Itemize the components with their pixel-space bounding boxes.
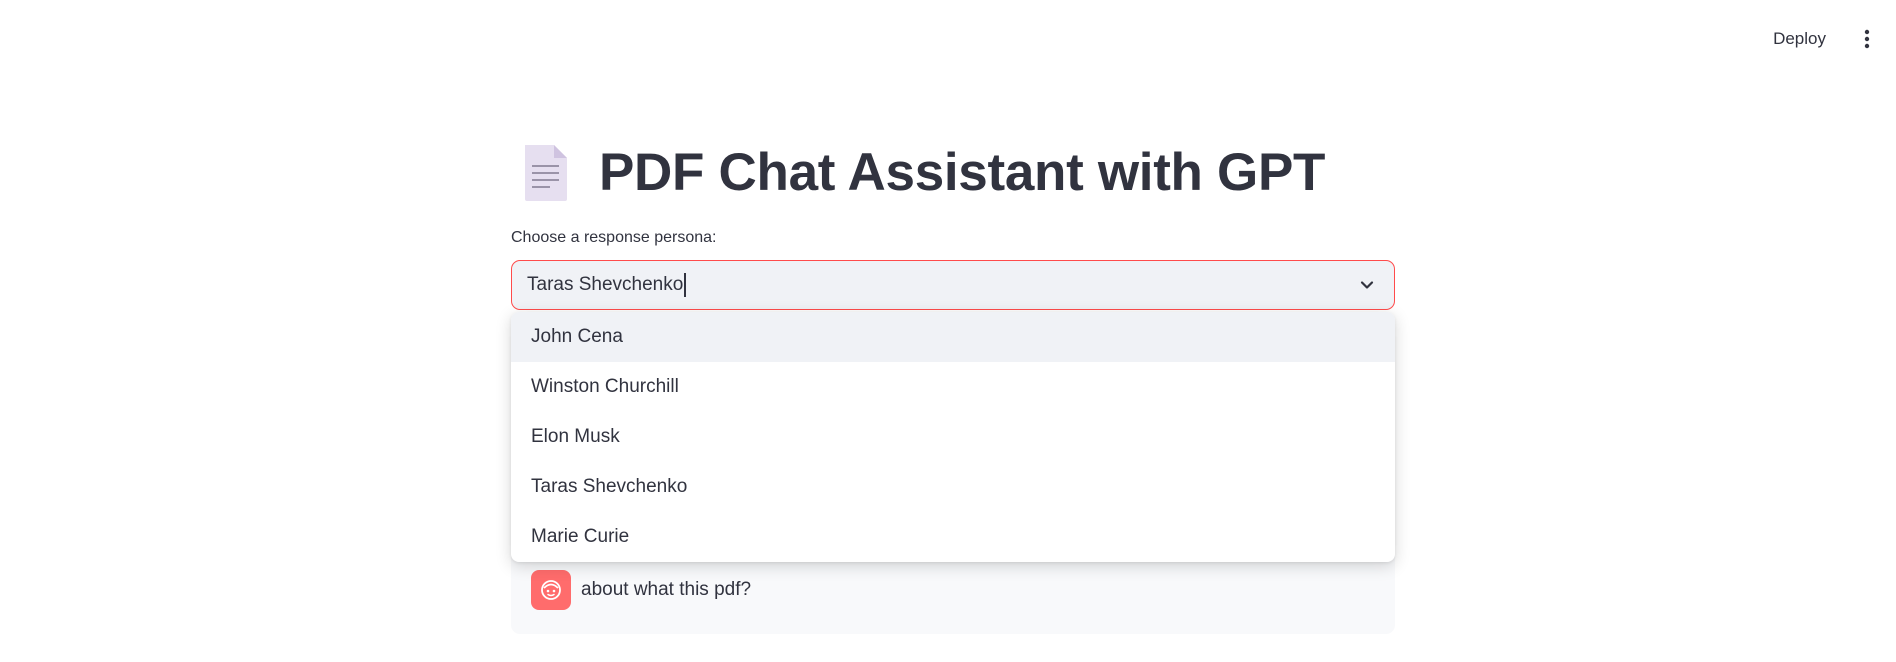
- dropdown-option[interactable]: John Cena: [511, 312, 1395, 362]
- dropdown-option[interactable]: Taras Shevchenko: [511, 462, 1395, 512]
- persona-dropdown-list: John Cena Winston Churchill Elon Musk Ta…: [511, 312, 1395, 562]
- title-row: PDF Chat Assistant with GPT: [511, 140, 1395, 205]
- persona-select[interactable]: Taras Shevchenko: [511, 260, 1395, 310]
- main-content: PDF Chat Assistant with GPT Choose a res…: [511, 140, 1395, 634]
- persona-select-value[interactable]: Taras Shevchenko: [527, 274, 683, 296]
- vertical-ellipsis-icon: [1864, 29, 1870, 49]
- persona-select-label: Choose a response persona:: [511, 229, 717, 246]
- chat-message: about what this pdf?: [531, 570, 751, 610]
- page-title: PDF Chat Assistant with GPT: [599, 143, 1326, 202]
- dropdown-option[interactable]: Marie Curie: [511, 512, 1395, 562]
- chat-message-text: about what this pdf?: [581, 579, 752, 600]
- text-caret: [684, 273, 687, 297]
- chevron-down-icon[interactable]: [1358, 276, 1376, 294]
- document-icon: [525, 144, 567, 201]
- dropdown-option[interactable]: Winston Churchill: [511, 362, 1395, 412]
- deploy-button[interactable]: Deploy: [1759, 21, 1840, 57]
- user-avatar: [531, 570, 571, 610]
- top-toolbar: Deploy: [1759, 0, 1896, 78]
- user-avatar-icon: [541, 580, 561, 600]
- dropdown-option[interactable]: Elon Musk: [511, 412, 1395, 462]
- main-menu-button[interactable]: [1850, 22, 1884, 56]
